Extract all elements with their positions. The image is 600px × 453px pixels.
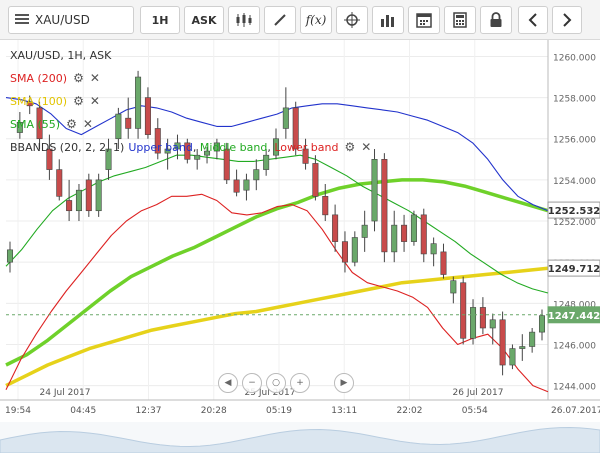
x-tick-label: 13:11 <box>331 406 357 416</box>
draw-line-icon[interactable] <box>264 6 296 34</box>
candle-body <box>489 319 496 329</box>
y-tick-label: 1256.000 <box>553 136 596 146</box>
candle-body <box>460 282 467 339</box>
candle-body <box>351 237 358 263</box>
calendar-icon[interactable] <box>408 6 440 34</box>
y-tick-label: 1246.000 <box>553 341 596 351</box>
candles-icon[interactable] <box>228 6 260 34</box>
chart-title: XAU/USD, 1H, ASK <box>10 49 112 62</box>
x-tick-label: 26.07.2017 <box>551 406 600 416</box>
candle-body <box>371 159 378 222</box>
date-label: 26 Jul 2017 <box>453 388 504 398</box>
candle-body <box>430 243 437 255</box>
price-type-button[interactable]: ASK <box>184 6 224 34</box>
y-tick-label: 1244.000 <box>553 383 596 393</box>
gear-icon[interactable]: ⚙ <box>73 67 84 90</box>
candle-body <box>253 169 260 181</box>
gear-icon[interactable]: ⚙ <box>66 113 77 136</box>
candle-body <box>519 346 526 349</box>
candle-body <box>410 214 417 242</box>
candle-body <box>85 179 92 212</box>
date-label: 24 Jul 2017 <box>40 388 91 398</box>
candle-body <box>381 159 388 253</box>
candle-body <box>529 331 536 347</box>
timeframe-button[interactable]: 1H <box>140 6 180 34</box>
candle-body <box>95 179 102 212</box>
close-icon[interactable]: ✕ <box>83 113 93 136</box>
symbol-label: XAU/USD <box>35 13 90 27</box>
calculator-icon[interactable] <box>444 6 476 34</box>
chart-legend: XAU/USD, 1H, ASK SMA (200) ⚙ ✕ SMA (100)… <box>10 44 371 159</box>
scroll-left-icon[interactable]: ◀ <box>218 373 238 393</box>
candle-body <box>312 163 319 197</box>
close-icon[interactable]: ✕ <box>90 90 100 113</box>
lower-band-label: Lower band <box>274 141 339 154</box>
candle-body <box>538 315 546 333</box>
sma100-label: SMA (100) <box>10 95 68 108</box>
candle-body <box>322 196 329 216</box>
candle-body <box>56 169 63 197</box>
candle-body <box>401 224 408 242</box>
x-tick-label: 04:45 <box>70 406 96 416</box>
candle-body <box>332 214 339 242</box>
crosshair-icon[interactable] <box>336 6 368 34</box>
y-tick-label: 1258.000 <box>553 95 596 105</box>
symbol-selector[interactable]: XAU/USD <box>8 6 134 34</box>
y-tick-label: 1260.000 <box>553 53 596 63</box>
upper-band-label: Upper band <box>128 141 193 154</box>
bar-chart-icon[interactable] <box>372 6 404 34</box>
x-tick-label: 12:37 <box>136 406 162 416</box>
candle-body <box>243 179 250 191</box>
candle-body <box>391 224 398 253</box>
candle-body <box>470 307 477 339</box>
candle-body <box>499 319 506 366</box>
sma200-label: SMA (200) <box>10 72 68 85</box>
x-tick-label: 22:02 <box>397 406 423 416</box>
candle-body <box>361 224 368 238</box>
zoom-out-icon[interactable]: − <box>242 373 262 393</box>
y-tick-label: 1254.000 <box>553 177 596 187</box>
candle-body <box>479 307 486 329</box>
candle-body <box>450 280 457 294</box>
close-icon[interactable]: ✕ <box>361 136 371 159</box>
prev-icon[interactable] <box>518 6 548 34</box>
candle-body <box>6 249 14 263</box>
gear-icon[interactable]: ⚙ <box>73 90 84 113</box>
candle-body <box>75 189 82 212</box>
candle-body <box>66 200 73 212</box>
middle-band-label: Middle band <box>199 141 268 154</box>
next-icon[interactable] <box>552 6 582 34</box>
indicator-fx-icon[interactable]: f(x) <box>300 6 332 34</box>
y-tick-label: 1252.000 <box>553 218 596 228</box>
lock-icon[interactable] <box>480 6 512 34</box>
candle-body <box>509 348 516 366</box>
toolbar: XAU/USD 1H ASK f(x) <box>0 0 600 40</box>
scroll-right-icon[interactable]: ▶ <box>334 373 354 393</box>
sma100-badge: 1249.712 <box>548 264 600 275</box>
sma55-badge: 1252.532 <box>548 206 600 217</box>
zoom-in-icon[interactable]: + <box>290 373 310 393</box>
x-tick-label: 05:19 <box>266 406 292 416</box>
candle-body <box>440 251 447 275</box>
x-tick-label: 19:54 <box>5 406 31 416</box>
chart-navigation: ◀ − ○ + ▶ <box>218 373 354 393</box>
price-badge: 1247.442 <box>548 311 600 322</box>
list-icon <box>15 13 29 28</box>
x-tick-label: 05:54 <box>462 406 488 416</box>
candle-body <box>420 214 427 255</box>
bbands-label: BBANDS (20, 2, 2, 1) <box>10 141 125 154</box>
close-icon[interactable]: ✕ <box>90 67 100 90</box>
sma55-label: SMA (55) <box>10 118 61 131</box>
candle-body <box>233 179 240 193</box>
reset-zoom-icon[interactable]: ○ <box>266 373 286 393</box>
gear-icon[interactable]: ⚙ <box>345 136 356 159</box>
x-tick-label: 20:28 <box>201 406 227 416</box>
candle-body <box>341 241 348 263</box>
